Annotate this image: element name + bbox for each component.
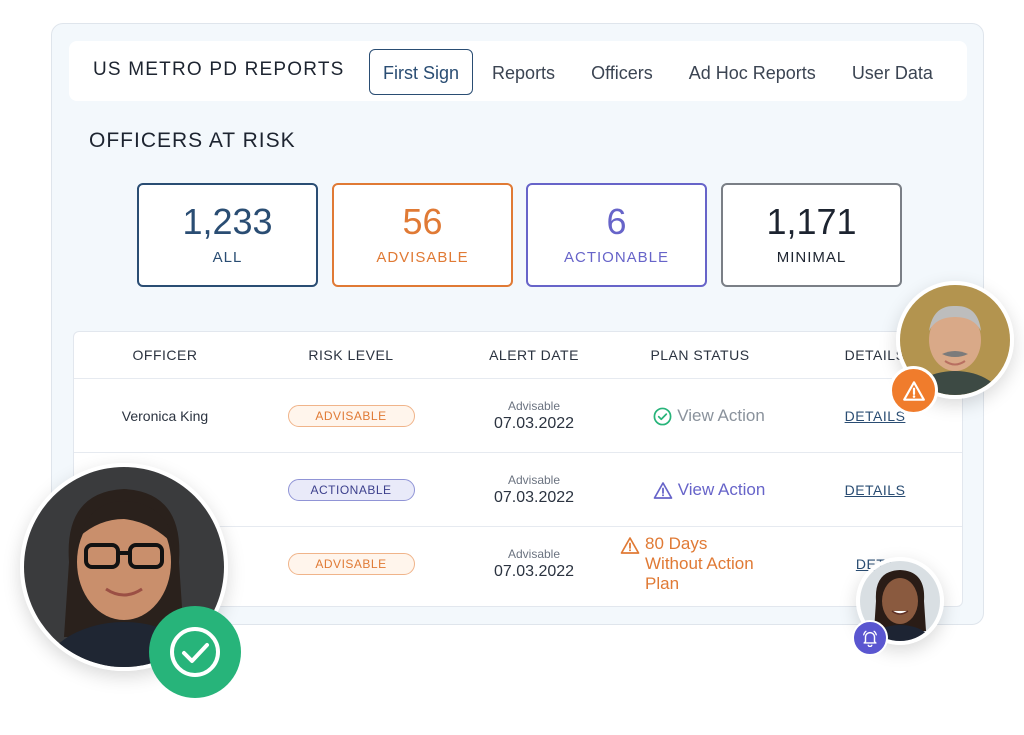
stat-value: 56 — [402, 201, 443, 242]
risk-level-badge: ADVISABLE — [287, 405, 415, 427]
tab-reports[interactable]: Reports — [475, 49, 572, 95]
stat-card-advisable[interactable]: 56 ADVISABLE — [332, 183, 513, 287]
check-circle-icon — [653, 407, 672, 425]
officer-name: Veronica King — [121, 408, 209, 424]
alert-type: Advisable — [507, 399, 561, 413]
stat-label: ALL — [212, 249, 243, 266]
plan-status-line: Without Action — [645, 554, 754, 573]
check-circle-icon — [170, 627, 220, 677]
app-title: US METRO PD REPORTS — [93, 59, 345, 80]
plan-status[interactable]: 80 Days Without Action Plan — [620, 534, 754, 594]
plan-status[interactable]: View Action — [653, 480, 766, 500]
alert-badge — [889, 366, 938, 415]
alert-date: 07.03.2022 — [493, 563, 575, 580]
column-header-officer: OFFICER — [132, 347, 198, 363]
risk-level-badge: ACTIONABLE — [287, 479, 415, 501]
details-link[interactable]: DETAILS — [845, 408, 906, 424]
plan-status-label: View Action — [677, 480, 766, 499]
nav-tabs: First Sign Reports Officers Ad Hoc Repor… — [369, 49, 952, 95]
tab-user-data[interactable]: User Data — [835, 49, 950, 95]
stat-card-minimal[interactable]: 1,171 MINIMAL — [721, 183, 902, 287]
warning-triangle-icon — [620, 537, 640, 554]
plan-status-label: 80 Days Without Action Plan — [645, 534, 754, 594]
tab-first-sign[interactable]: First Sign — [369, 49, 474, 95]
details-link[interactable]: DETAILS — [845, 482, 906, 498]
warning-triangle-icon — [653, 481, 673, 499]
alert-type: Advisable — [507, 473, 561, 487]
column-header-alert-date: ALERT DATE — [489, 347, 579, 363]
plan-status-line: 80 Days — [645, 534, 708, 553]
tab-ad-hoc-reports[interactable]: Ad Hoc Reports — [672, 49, 833, 95]
stat-label: MINIMAL — [776, 249, 847, 266]
plan-status-label: View Action — [677, 406, 765, 425]
stat-value: 1,171 — [766, 201, 857, 242]
column-header-risk-level: RISK LEVEL — [308, 347, 394, 363]
stat-label: ACTIONABLE — [563, 249, 670, 266]
bell-icon — [863, 630, 877, 647]
alert-type: Advisable — [507, 547, 561, 561]
stat-card-all[interactable]: 1,233 ALL — [137, 183, 318, 287]
plan-status[interactable]: View Action — [653, 406, 765, 426]
stat-label: ADVISABLE — [376, 249, 469, 266]
warning-triangle-icon — [902, 380, 925, 401]
success-badge — [149, 606, 241, 698]
stat-value: 1,233 — [182, 201, 273, 242]
plan-status-line: Plan — [645, 574, 680, 593]
risk-level-badge: ADVISABLE — [287, 553, 415, 575]
section-title: OFFICERS AT RISK — [89, 129, 296, 152]
stat-value: 6 — [606, 201, 627, 242]
table-row: Veronica King ADVISABLE Advisable 07.03.… — [74, 378, 962, 452]
alert-date: 07.03.2022 — [493, 489, 575, 506]
alert-date: 07.03.2022 — [493, 415, 575, 432]
stat-card-actionable[interactable]: 6 ACTIONABLE — [526, 183, 707, 287]
column-header-plan-status: PLAN STATUS — [650, 347, 750, 363]
top-navbar: US METRO PD REPORTS First Sign Reports O… — [69, 41, 967, 101]
notification-badge — [852, 620, 888, 656]
tab-officers[interactable]: Officers — [574, 49, 670, 95]
